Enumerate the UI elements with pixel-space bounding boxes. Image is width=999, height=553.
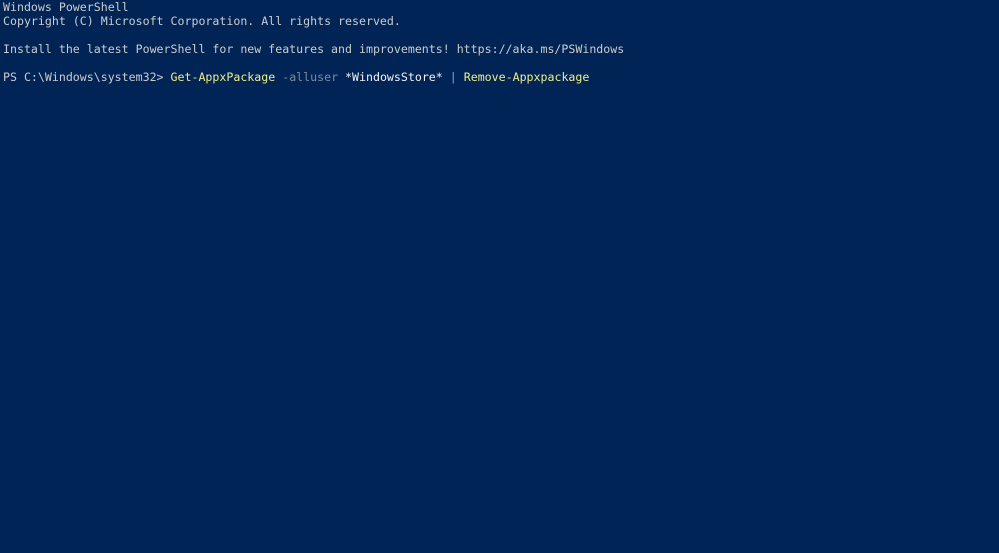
text-cursor [589,70,596,84]
command-token-default-4 [338,70,345,84]
command-token-command-1: Get-AppxPackage [170,70,276,84]
command-token-operator-7: | [449,70,457,84]
console-output-line: Copyright (C) Microsoft Corporation. All… [3,14,401,28]
console-output-line: Install the latest PowerShell for new fe… [3,42,625,56]
console-text-buffer[interactable]: Windows PowerShell Copyright (C) Microsof… [3,0,996,84]
command-token-bright-5: *WindowsStore* [345,70,443,84]
console-prompt-line[interactable]: PS C:\Windows\system32> Get-AppxPackage … [3,70,996,84]
powershell-console-window[interactable]: Windows PowerShell Copyright (C) Microsof… [0,0,999,553]
command-token-default-6 [443,70,450,84]
command-token-default-8 [457,70,464,84]
command-token-default-0: PS C:\Windows\system32> [3,70,171,84]
command-token-parameter-3: -alluser [282,70,339,84]
console-output-line: Windows PowerShell [3,0,129,14]
command-token-command-9: Remove-Appxpackage [463,70,590,84]
